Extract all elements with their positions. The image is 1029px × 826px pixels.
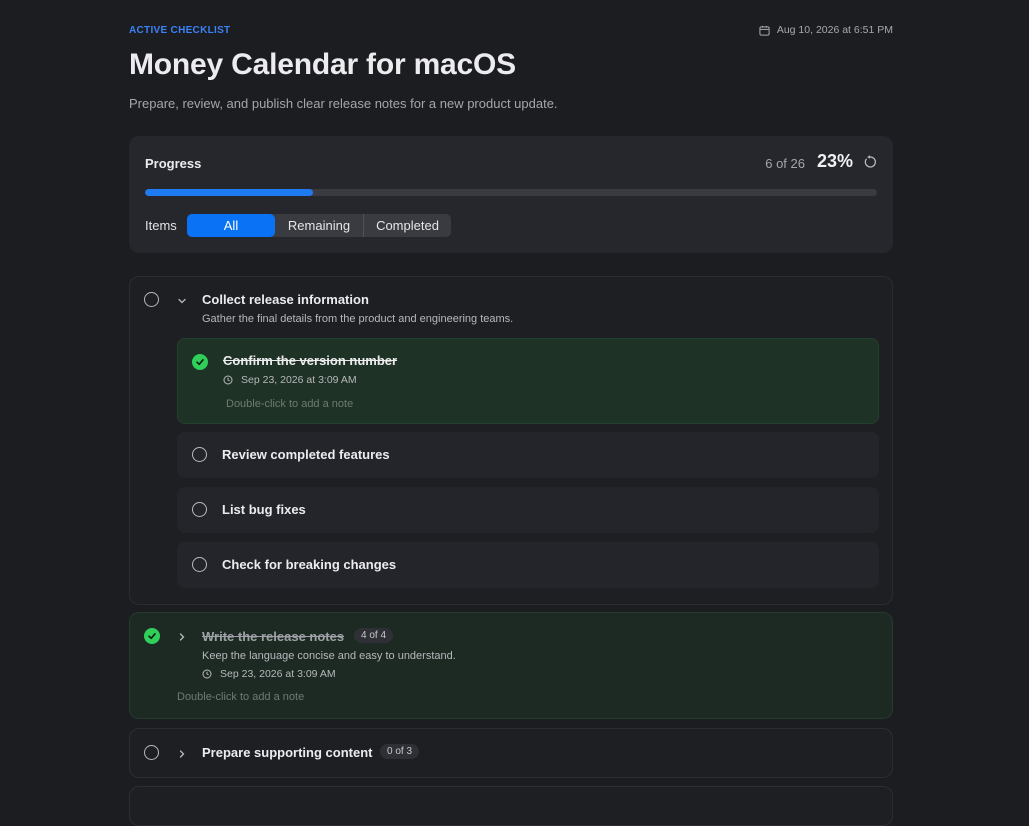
clock-icon <box>202 669 212 679</box>
group-progress-badge: 0 of 3 <box>380 744 420 759</box>
group-title[interactable]: Write the release notes <box>202 629 344 644</box>
checklist-date: Aug 10, 2026 at 6:51 PM <box>759 24 893 36</box>
item-title[interactable]: Review completed features <box>222 447 390 462</box>
chevron-down-icon[interactable] <box>177 296 187 306</box>
reset-icon[interactable] <box>863 155 877 169</box>
item-title[interactable]: List bug fixes <box>222 502 306 517</box>
chevron-right-icon[interactable] <box>177 632 187 642</box>
progress-bar <box>145 189 877 196</box>
filter-all[interactable]: All <box>187 214 275 237</box>
group-checkbox[interactable] <box>144 292 159 307</box>
item-title[interactable]: Check for breaking changes <box>222 557 396 572</box>
progress-bar-fill <box>145 189 314 196</box>
group-date-text: Sep 23, 2026 at 3:09 AM <box>220 668 336 680</box>
clock-icon <box>223 375 233 385</box>
checklist-group: Collect release information Gather the f… <box>129 276 893 605</box>
checklist-group <box>129 786 893 826</box>
item-date: Sep 23, 2026 at 3:09 AM <box>223 374 357 386</box>
group-description: Gather the final details from the produc… <box>202 313 514 325</box>
completed-checkbox[interactable] <box>192 354 208 370</box>
items-filter-label: Items <box>145 218 177 233</box>
group-progress-badge: 4 of 4 <box>354 628 394 643</box>
group-checkbox[interactable] <box>144 745 159 760</box>
progress-percent: 23% <box>816 151 853 171</box>
items-filter-segmented-control: All Remaining Completed <box>187 214 451 237</box>
page-subtitle: Prepare, review, and publish clear relea… <box>129 96 558 111</box>
checklist-item[interactable]: Review completed features <box>177 432 879 478</box>
item-checkbox[interactable] <box>192 447 207 462</box>
page-title: Money Calendar for macOS <box>129 48 516 81</box>
checklist-status-label: ACTIVE CHECKLIST <box>129 25 231 36</box>
group-description: Keep the language concise and easy to un… <box>202 650 456 662</box>
filter-remaining[interactable]: Remaining <box>275 214 364 237</box>
progress-card: Progress 6 of 26 23% Items All Remaining… <box>129 136 893 253</box>
item-date-text: Sep 23, 2026 at 3:09 AM <box>241 374 357 386</box>
calendar-icon <box>759 25 770 36</box>
group-title[interactable]: Prepare supporting content <box>202 745 372 760</box>
item-checkbox[interactable] <box>192 557 207 572</box>
group-completed-checkbox[interactable] <box>144 628 160 644</box>
checklist-group: Prepare supporting content 0 of 3 <box>129 728 893 778</box>
checklist-item[interactable]: Check for breaking changes <box>177 542 879 588</box>
filter-completed[interactable]: Completed <box>364 214 451 237</box>
checkmark-icon <box>148 633 156 640</box>
checklist-group: Write the release notes 4 of 4 Keep the … <box>129 612 893 719</box>
add-note-hint[interactable]: Double-click to add a note <box>177 691 304 703</box>
date-text: Aug 10, 2026 at 6:51 PM <box>776 24 893 36</box>
checklist-item[interactable]: Confirm the version number Sep 23, 2026 … <box>177 338 879 424</box>
group-title[interactable]: Collect release information <box>202 292 369 307</box>
add-note-hint[interactable]: Double-click to add a note <box>226 398 353 410</box>
item-checkbox[interactable] <box>192 502 207 517</box>
progress-title: Progress <box>145 156 202 171</box>
checkmark-icon <box>196 359 204 366</box>
progress-count: 6 of 26 <box>765 156 805 171</box>
checklist-item[interactable]: List bug fixes <box>177 487 879 533</box>
chevron-right-icon[interactable] <box>177 749 187 759</box>
group-date: Sep 23, 2026 at 3:09 AM <box>202 668 336 680</box>
item-title[interactable]: Confirm the version number <box>223 353 397 368</box>
